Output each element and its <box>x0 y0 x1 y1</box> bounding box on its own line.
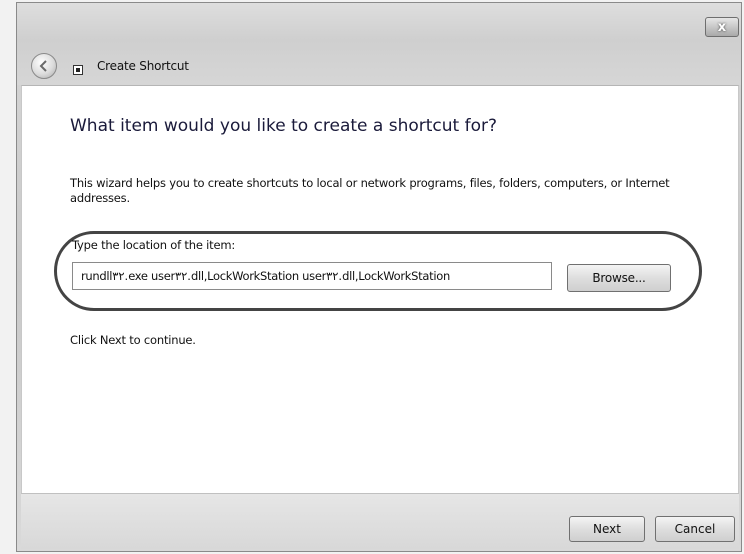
location-label: Type the location of the item: <box>72 238 236 252</box>
wizard-description: This wizard helps you to create shortcut… <box>70 176 670 205</box>
shortcut-icon <box>73 65 83 75</box>
browse-button[interactable]: Browse... <box>567 264 671 292</box>
next-button[interactable]: Next <box>569 516 645 542</box>
close-button[interactable]: x <box>705 17 739 37</box>
back-button[interactable] <box>31 53 57 79</box>
location-input[interactable] <box>72 262 552 290</box>
next-hint: Click Next to continue. <box>70 333 196 347</box>
close-icon: x <box>717 19 727 35</box>
cancel-button[interactable]: Cancel <box>655 516 735 542</box>
page-heading: What item would you like to create a sho… <box>70 116 498 136</box>
title-bar: x Create Shortcut <box>17 3 741 85</box>
back-arrow-icon <box>39 60 47 72</box>
wizard-content: What item would you like to create a sho… <box>21 85 739 493</box>
window-title: Create Shortcut <box>97 59 189 73</box>
create-shortcut-window: x Create Shortcut What item would you li… <box>16 2 742 552</box>
wizard-footer: Next Cancel <box>21 493 739 549</box>
